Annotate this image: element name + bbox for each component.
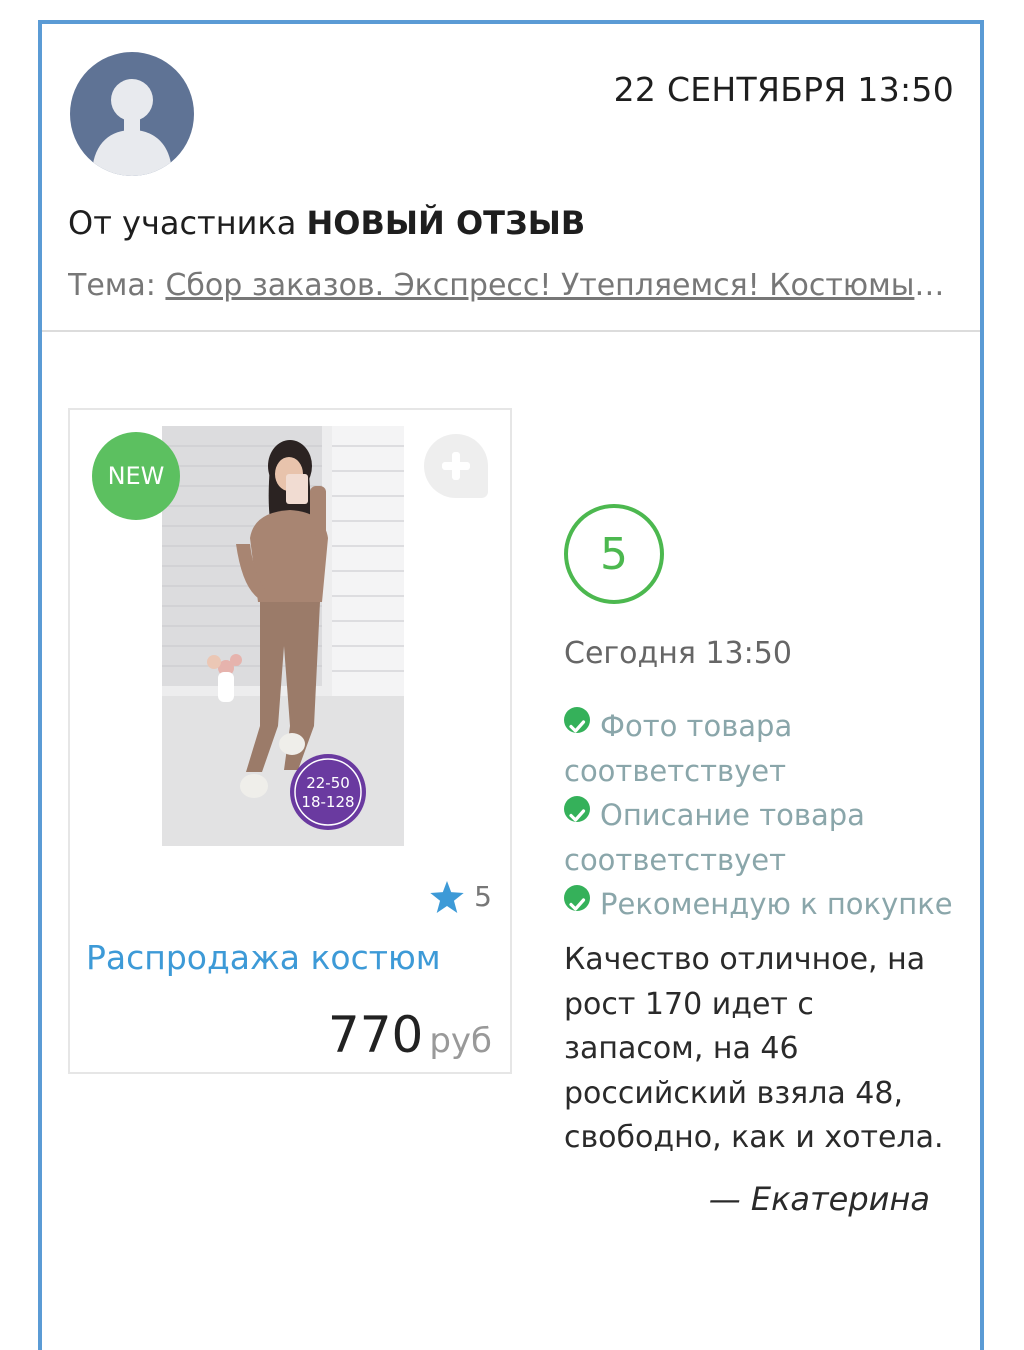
- star-icon: [430, 880, 464, 913]
- plus-icon: [442, 452, 470, 480]
- price-value: 770: [327, 1006, 424, 1064]
- size-label-2: 18-128: [301, 793, 354, 811]
- check-label: Рекомендую к покупке: [600, 887, 953, 921]
- topic-label: Тема:: [68, 268, 156, 303]
- from-sender: НОВЫЙ ОТЗЫВ: [306, 204, 586, 242]
- topic-line: Тема: Сбор заказов. Экспресс! Утепляемся…: [68, 268, 948, 303]
- check-item: Описание товара соответствует: [564, 793, 954, 882]
- check-label: Описание товара соответствует: [564, 798, 865, 877]
- avatar[interactable]: [70, 52, 194, 176]
- product-photo-illustration: 22-50 18-128: [162, 426, 404, 846]
- check-item: Рекомендую к покупке: [564, 882, 954, 927]
- size-label-1: 22-50: [306, 774, 350, 792]
- product-photo[interactable]: 22-50 18-128: [162, 426, 404, 846]
- notification-date: 22 СЕНТЯБРЯ 13:50: [613, 70, 954, 109]
- review-score-badge: 5: [564, 504, 664, 604]
- product-rating: 5: [430, 880, 492, 913]
- topic-link[interactable]: Сбор заказов. Экспресс! Утепляемся! Кост…: [165, 268, 948, 303]
- check-circle-icon: [564, 707, 590, 733]
- from-line: От участника НОВЫЙ ОТЗЫВ: [68, 204, 585, 242]
- notification-card: 22 СЕНТЯБРЯ 13:50 От участника НОВЫЙ ОТЗ…: [38, 20, 984, 1350]
- check-label: Фото товара соответствует: [564, 709, 793, 788]
- avatar-placeholder-icon: [92, 79, 172, 176]
- add-to-favorites-button[interactable]: [424, 434, 488, 498]
- divider: [42, 330, 980, 332]
- check-circle-icon: [564, 796, 590, 822]
- review-author: — Екатерина: [708, 1180, 930, 1218]
- product-card[interactable]: 22-50 18-128 NEW 5 Распродажа костюм 770…: [68, 408, 512, 1074]
- product-name-link[interactable]: Распродажа костюм: [86, 938, 441, 977]
- review-time: Сегодня 13:50: [564, 636, 792, 671]
- review-checks: Фото товара соответствует Описание товар…: [564, 704, 954, 927]
- product-rating-value: 5: [474, 880, 492, 913]
- check-circle-icon: [564, 885, 590, 911]
- review-text: Качество отличное, на рост 170 идет с за…: [564, 942, 944, 1155]
- check-item: Фото товара соответствует: [564, 704, 954, 793]
- product-price: 770 руб: [328, 1006, 492, 1064]
- from-prefix: От участника: [68, 204, 297, 242]
- new-badge: NEW: [92, 432, 180, 520]
- price-currency: руб: [429, 1021, 492, 1061]
